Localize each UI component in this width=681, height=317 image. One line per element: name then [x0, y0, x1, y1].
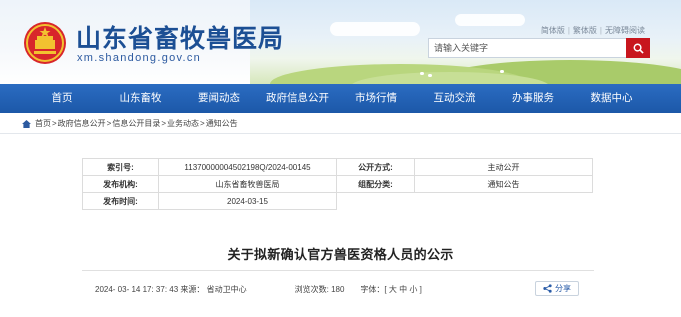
- empty-cell: [337, 193, 593, 210]
- banner-sheep: [420, 72, 424, 75]
- breadcrumb-separator: >: [106, 119, 112, 128]
- separator: |: [599, 26, 602, 35]
- article-meta: 2024- 03- 14 17: 37: 43 来源： 省动卫中心 浏览次数: 1…: [95, 284, 422, 295]
- date-label: 发布时间:: [82, 192, 159, 210]
- category-value: 通知公告: [414, 175, 593, 193]
- share-button[interactable]: 分享: [535, 281, 579, 296]
- separator: |: [567, 26, 570, 35]
- search-box: [428, 38, 650, 58]
- table-row: 发布时间: 2024-03-15: [82, 192, 593, 210]
- breadcrumb-separator: >: [52, 119, 57, 128]
- category-label: 组配分类:: [336, 175, 415, 193]
- open-mode-value: 主动公开: [414, 158, 593, 176]
- site-title[interactable]: 山东省畜牧兽医局: [76, 19, 284, 55]
- nav-item-interaction[interactable]: 互动交流: [415, 84, 495, 113]
- banner-cloud: [330, 22, 420, 36]
- table-row: 索引号: 11370000004502198Q/2024-00145 公开方式:…: [82, 158, 593, 176]
- font-size-large[interactable]: 大: [389, 285, 397, 294]
- info-table: 索引号: 11370000004502198Q/2024-00145 公开方式:…: [82, 158, 593, 210]
- banner-sheep: [428, 74, 432, 77]
- breadcrumb-business-news[interactable]: 业务动态: [167, 118, 199, 129]
- nav-item-news[interactable]: 要闻动态: [179, 84, 259, 113]
- breadcrumb-notices[interactable]: 通知公告: [206, 118, 238, 129]
- view-count: 浏览次数: 180: [294, 285, 345, 294]
- search-input[interactable]: [429, 39, 625, 57]
- share-label: 分享: [555, 284, 571, 293]
- breadcrumb: 首页 > 政府信息公开 > 信息公开目录 > 业务动态 > 通知公告: [22, 118, 238, 129]
- font-size-medium[interactable]: 中: [399, 285, 407, 294]
- simplified-chinese-link[interactable]: 简体版: [541, 26, 565, 35]
- issuer-value: 山东省畜牧兽医局: [158, 175, 337, 193]
- breadcrumb-separator: >: [161, 119, 167, 128]
- nav-item-shandong-livestock[interactable]: 山东畜牧: [101, 84, 181, 113]
- nav-item-market[interactable]: 市场行情: [336, 84, 416, 113]
- nav-item-home[interactable]: 首页: [22, 84, 102, 113]
- share-icon: [543, 284, 552, 293]
- site-header: 山东省畜牧兽医局 xm.shandong.gov.cn 简体版 | 繁体版 | 无障碍阅…: [0, 0, 681, 84]
- index-value: 11370000004502198Q/2024-00145: [158, 158, 337, 176]
- font-size-small[interactable]: 小: [409, 285, 417, 294]
- table-row: 发布机构: 山东省畜牧兽医局 组配分类: 通知公告: [82, 175, 593, 193]
- issuer-label: 发布机构:: [82, 175, 159, 193]
- breadcrumb-home[interactable]: 首页: [35, 118, 51, 129]
- publish-time-source: 2024- 03- 14 17: 37: 43 来源： 省动卫中心: [95, 285, 247, 294]
- nav-item-services[interactable]: 办事服务: [493, 84, 573, 113]
- site-domain: xm.shandong.gov.cn: [77, 52, 202, 64]
- date-value: 2024-03-15: [158, 192, 337, 210]
- home-icon: [22, 119, 31, 128]
- breadcrumb-catalog[interactable]: 信息公开目录: [112, 118, 160, 129]
- divider: [82, 270, 594, 271]
- main-nav: 首页 山东畜牧 要闻动态 政府信息公开 市场行情 互动交流 办事服务 数据中心: [0, 84, 681, 113]
- banner-cloud: [455, 14, 525, 26]
- search-icon: [633, 43, 644, 54]
- breadcrumb-gov-info[interactable]: 政府信息公开: [58, 118, 106, 129]
- bracket: ]: [419, 285, 422, 294]
- divider: [0, 133, 681, 134]
- search-button[interactable]: [626, 38, 650, 58]
- traditional-chinese-link[interactable]: 繁体版: [573, 26, 597, 35]
- nav-item-gov-info[interactable]: 政府信息公开: [258, 84, 338, 113]
- font-size-controls: [ 大 中 小 ]: [384, 285, 421, 294]
- font-size-label: 字体：: [360, 285, 385, 294]
- breadcrumb-separator: >: [200, 119, 205, 128]
- open-mode-label: 公开方式:: [336, 158, 415, 176]
- nav-item-data-center[interactable]: 数据中心: [572, 84, 652, 113]
- national-emblem-icon: [24, 22, 66, 64]
- top-links: 简体版 | 繁体版 | 无障碍阅读: [541, 25, 645, 36]
- article-title: 关于拟新确认官方兽医资格人员的公示: [227, 248, 454, 263]
- accessibility-link[interactable]: 无障碍阅读: [605, 26, 645, 35]
- bracket: [: [384, 285, 387, 294]
- index-label: 索引号:: [82, 158, 159, 176]
- banner-sheep: [500, 70, 504, 73]
